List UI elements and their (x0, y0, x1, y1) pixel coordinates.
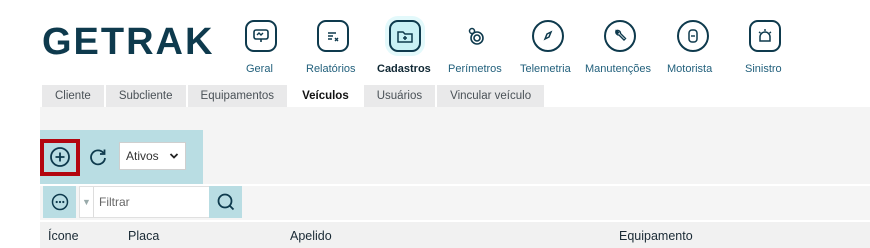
nav-item-manutencoes[interactable]: Manutenções (585, 17, 655, 79)
refresh-icon (87, 146, 109, 168)
column-header-equipamento[interactable]: Equipamento (619, 229, 693, 243)
subtab-subcliente[interactable]: Subcliente (105, 85, 186, 107)
subtab-equipamentos[interactable]: Equipamentos (187, 85, 288, 107)
subtab-vincular-veiculo[interactable]: Vincular veículo (437, 85, 545, 107)
compass-icon (532, 20, 564, 52)
monitor-icon (245, 20, 277, 52)
column-header-placa[interactable]: Placa (128, 229, 159, 243)
column-header-icone[interactable]: Ícone (48, 229, 79, 243)
nav-label-cadastros: Cadastros (377, 63, 431, 75)
status-select[interactable]: Ativos (119, 142, 186, 170)
nav-label-relatorios: Relatórios (306, 63, 356, 75)
filter-input[interactable] (94, 187, 206, 217)
nav-item-telemetria[interactable]: Telemetria (519, 17, 577, 79)
siren-icon (749, 20, 781, 52)
search-button[interactable] (209, 186, 242, 218)
subtab-veiculos[interactable]: Veículos (289, 85, 362, 107)
more-icon (51, 193, 69, 211)
subtab-usuarios[interactable]: Usuários (363, 85, 436, 107)
wrench-icon (604, 20, 636, 52)
nav-label-motorista: Motorista (667, 63, 713, 75)
nav-label-manutencoes: Manutenções (585, 63, 652, 75)
subtabs: Cliente Subcliente Equipamentos Veículos… (42, 85, 545, 107)
subtab-cliente[interactable]: Cliente (42, 85, 104, 107)
column-header-apelido[interactable]: Apelido (290, 229, 332, 243)
nav-label-geral: Geral (246, 63, 273, 75)
chevron-down-icon (169, 151, 179, 161)
nav-item-cadastros[interactable]: Cadastros (375, 17, 435, 79)
nav-item-motorista[interactable]: Motorista (667, 17, 717, 79)
table-header: Ícone Placa Apelido Equipamento (40, 222, 870, 248)
refresh-button[interactable] (84, 143, 112, 171)
nav-item-geral[interactable]: Geral (240, 17, 282, 79)
main-nav: Geral Relatórios Cadastros Perímetros Te… (0, 17, 870, 79)
add-button[interactable] (46, 143, 74, 171)
nav-label-telemetria: Telemetria (520, 63, 571, 75)
nav-item-sinistro[interactable]: Sinistro (743, 17, 787, 79)
nav-item-perimetros[interactable]: Perímetros (446, 17, 506, 79)
plus-circle-icon (49, 146, 71, 168)
report-icon (317, 20, 349, 52)
status-select-value: Ativos (126, 149, 159, 163)
folder-add-icon (389, 20, 421, 52)
filter-caret-icon[interactable]: ▼ (80, 187, 94, 217)
nav-label-perimetros: Perímetros (448, 63, 502, 75)
search-icon (216, 192, 236, 212)
nav-label-sinistro: Sinistro (745, 63, 782, 75)
nav-item-relatorios[interactable]: Relatórios (305, 17, 359, 79)
more-options-button[interactable] (43, 186, 76, 218)
perimeter-icon (460, 20, 492, 52)
driver-icon (677, 20, 709, 52)
